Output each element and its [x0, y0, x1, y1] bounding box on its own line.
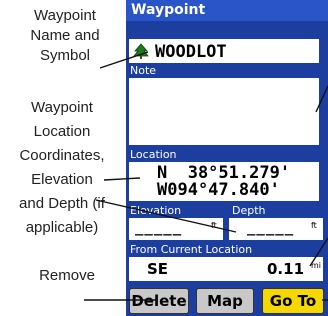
leader-location: [103, 177, 141, 181]
leader-name-symbol: [99, 51, 149, 69]
leader-note: [315, 85, 328, 113]
leader-from-current: [309, 237, 328, 267]
callout-leader-lines: [84, 51, 328, 301]
leader-elevation: [95, 199, 237, 233]
